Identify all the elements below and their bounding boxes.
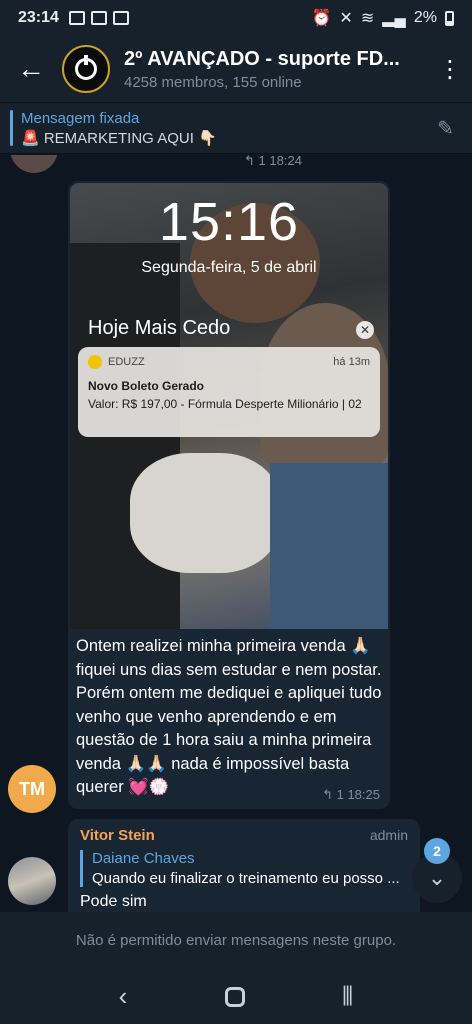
pinned-title: Mensagem fixada (21, 109, 140, 127)
group-avatar[interactable] (62, 45, 110, 93)
reply-to-text: Quando eu finalizar o treinamento eu pos… (92, 870, 400, 887)
reply-to-name: Daiane Chaves (92, 850, 195, 867)
mute-icon: ✕ (339, 10, 353, 27)
nav-back-icon[interactable]: ‹ (119, 981, 128, 1012)
message-time: 18:25 (347, 787, 380, 802)
sender-name[interactable]: Vitor Stein (80, 827, 155, 844)
group-title: 2º AVANÇADO - suporte FD... (124, 47, 400, 70)
reply-count-icon: ↰ (244, 155, 255, 168)
notification-app: EDUZZ (108, 356, 145, 368)
alarm-icon: ⏰ (311, 10, 332, 27)
pinned-content: Mensagem fixada 🚨 REMARKETING AQUI 👇🏻 (21, 110, 217, 147)
message-bubble[interactable]: Vitor Stein admin Daiane Chaves Quando e… (68, 819, 420, 912)
unpin-icon[interactable]: ✎ (437, 116, 454, 141)
message-bubble[interactable]: 15:16 Segunda-feira, 5 de abril Hoje Mai… (68, 181, 390, 809)
avatar[interactable] (10, 155, 58, 173)
signal-icon: ▂▄ (382, 10, 406, 27)
notification-body: Valor: R$ 197,00 - Fórmula Desperte Mili… (88, 397, 362, 411)
close-icon: ✕ (356, 321, 374, 339)
lockscreen-section: Hoje Mais Cedo (88, 317, 231, 339)
system-icons: ⏰ ✕ ≋ ▂▄ 2% (311, 8, 454, 28)
reply-count-icon: ↰ (322, 787, 333, 802)
battery-icon (445, 10, 454, 26)
reply-count: 1 (336, 787, 344, 802)
prev-message-meta: ↰ 1 18:24 (244, 155, 302, 169)
notification-title: Novo Boleto Gerado (88, 379, 205, 393)
input-disabled-notice: Não é permitido enviar mensagens neste g… (0, 912, 472, 969)
message-photo[interactable]: 15:16 Segunda-feira, 5 de abril Hoje Mai… (70, 183, 388, 629)
photo-region (270, 463, 388, 629)
lockscreen-notification: EDUZZ há 13m Novo Boleto Gerado Valor: R… (78, 347, 380, 437)
chevron-down-icon: ⌄ (427, 865, 447, 890)
image-icon (112, 11, 129, 25)
unread-badge: 2 (424, 838, 450, 864)
avatar[interactable] (8, 857, 56, 905)
book-icon (90, 11, 107, 25)
chat-header: ← 2º AVANÇADO - suporte FD... 4258 membr… (0, 36, 472, 102)
group-info[interactable]: 2º AVANÇADO - suporte FD... 4258 membros… (124, 48, 414, 91)
message-meta: ↰ 1 18:25 (322, 787, 380, 803)
group-subtitle: 4258 membros, 155 online (124, 73, 302, 91)
photo-region (130, 453, 280, 573)
reply-quote[interactable]: Daiane Chaves Quando eu finalizar o trei… (80, 850, 408, 887)
power-icon (75, 55, 97, 80)
message-text: Pode sim (80, 893, 147, 910)
eduzz-app-icon (88, 355, 102, 369)
pinned-message-bar[interactable]: Mensagem fixada 🚨 REMARKETING AQUI 👇🏻 ✎ (0, 102, 472, 154)
chat-area[interactable]: ↰ 1 18:24 15:16 Segunda-feira, 5 de abri… (0, 155, 472, 912)
lockscreen-clock: 15:16 (158, 192, 300, 252)
notification-time: há 13m (333, 356, 370, 368)
nav-home-icon[interactable] (224, 986, 245, 1007)
back-arrow-icon[interactable]: ← (0, 36, 62, 102)
pin-indicator (10, 110, 13, 146)
message-time: 18:24 (269, 155, 302, 168)
sender-role: admin (369, 827, 408, 843)
system-nav-bar: ‹ ⦀ (0, 969, 472, 1024)
battery-text: 2% (413, 9, 437, 26)
message-text: Ontem realizei minha primeira venda 🙏🏻 f… (76, 637, 382, 796)
reply-count: 1 (258, 155, 266, 168)
status-bar: 23:14 ⏰ ✕ ≋ ▂▄ 2% (0, 0, 472, 36)
gallery-icon (68, 11, 85, 25)
pinned-text: 🚨 REMARKETING AQUI 👇🏻 (21, 129, 217, 147)
more-vert-icon[interactable]: ⋮ (428, 36, 472, 102)
wifi-icon: ≋ (360, 10, 375, 27)
nav-recents-icon[interactable]: ⦀ (342, 981, 353, 1013)
avatar[interactable]: TM (8, 765, 56, 813)
status-time: 23:14 (18, 9, 59, 26)
lockscreen-date: Segunda-feira, 5 de abril (141, 259, 317, 276)
notification-icons (68, 11, 129, 25)
